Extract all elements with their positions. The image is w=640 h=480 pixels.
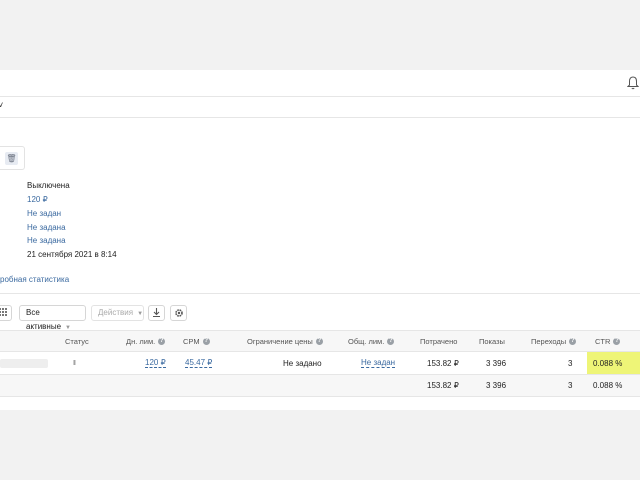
filter-label: Все активные bbox=[26, 308, 62, 331]
row-clicks: 3 bbox=[568, 358, 573, 368]
chevron-down-icon[interactable]: ˅ bbox=[0, 100, 3, 110]
chevron-down-icon: ▼ bbox=[137, 311, 144, 317]
content-panel: ˅ 🗑 Выключена 120 ₽ Не задан Не задана Н… bbox=[0, 70, 640, 410]
delete-box: 🗑 bbox=[0, 146, 25, 170]
total-spent: 153.82 ₽ bbox=[427, 381, 459, 390]
cpm-value[interactable]: Не задан bbox=[27, 209, 61, 218]
total-ctr: 0.088 % bbox=[593, 381, 623, 390]
header-total-limit[interactable]: Общ. лим.? bbox=[348, 331, 395, 351]
delete-button[interactable]: 🗑 bbox=[5, 152, 18, 165]
row-daily-limit[interactable]: 120 ₽ bbox=[145, 352, 166, 374]
grid-icon bbox=[0, 308, 7, 316]
row-spent: 153.82 ₽ bbox=[427, 358, 459, 368]
price-limit-value[interactable]: Не задана bbox=[27, 223, 66, 232]
help-icon[interactable]: ? bbox=[387, 337, 395, 345]
header-impressions[interactable]: Показы bbox=[479, 331, 505, 351]
created-date: 21 сентября 2021 в 8:14 bbox=[27, 250, 117, 259]
filter-dropdown[interactable]: Все активные ▼ bbox=[19, 305, 86, 331]
help-icon[interactable]: ? bbox=[569, 337, 577, 345]
pause-icon[interactable]: II bbox=[73, 352, 76, 374]
header-price-limit[interactable]: Ограничение цены? bbox=[247, 331, 323, 351]
download-button[interactable] bbox=[148, 305, 165, 321]
totals-row: 153.82 ₽ 3 396 3 0.088 % bbox=[0, 375, 640, 397]
row-total-limit[interactable]: Не задан bbox=[361, 352, 396, 374]
total-clicks: 3 bbox=[568, 381, 573, 390]
row-cpm[interactable]: 45.47 ₽ bbox=[185, 352, 213, 374]
gear-icon bbox=[175, 309, 183, 317]
divider bbox=[0, 293, 640, 294]
header-clicks[interactable]: Переходы? bbox=[531, 331, 577, 351]
status-value: Выключена bbox=[27, 181, 70, 190]
header-status[interactable]: Статус bbox=[65, 331, 89, 351]
blurred-campaign-name bbox=[0, 359, 48, 368]
tab-row: ˅ bbox=[0, 97, 640, 118]
help-icon[interactable]: ? bbox=[158, 337, 166, 345]
grid-view-button[interactable] bbox=[0, 305, 12, 321]
total-limit-value[interactable]: Не задана bbox=[27, 236, 66, 245]
download-icon bbox=[153, 308, 160, 318]
header-spent[interactable]: Потрачено bbox=[420, 331, 457, 351]
actions-label: Действия bbox=[98, 308, 134, 317]
table-row: II 120 ₽ 45.47 ₽ Не задано Не задан 153.… bbox=[0, 352, 640, 375]
table-header: Статус Дн. лим.? CPM? Ограничение цены? … bbox=[0, 330, 640, 352]
row-ctr: 0.088 % bbox=[593, 358, 623, 368]
trash-icon: 🗑 bbox=[6, 154, 17, 163]
actions-dropdown[interactable]: Действия ▼ bbox=[91, 305, 144, 321]
row-impressions: 3 396 bbox=[486, 358, 507, 368]
detailed-stats-link[interactable]: робная статистика bbox=[0, 275, 69, 284]
help-icon[interactable]: ? bbox=[613, 337, 621, 345]
settings-button[interactable] bbox=[170, 305, 187, 321]
header-ctr[interactable]: CTR? bbox=[595, 331, 621, 351]
row-price-limit: Не задано bbox=[283, 358, 322, 368]
bell-icon[interactable] bbox=[627, 76, 639, 90]
total-impressions: 3 396 bbox=[486, 381, 507, 390]
top-bar bbox=[0, 70, 640, 97]
help-icon[interactable]: ? bbox=[202, 337, 210, 345]
help-icon[interactable]: ? bbox=[315, 337, 323, 345]
daily-limit-value[interactable]: 120 ₽ bbox=[27, 195, 48, 204]
header-cpm[interactable]: CPM? bbox=[183, 331, 210, 351]
header-daily-limit[interactable]: Дн. лим.? bbox=[126, 331, 166, 351]
